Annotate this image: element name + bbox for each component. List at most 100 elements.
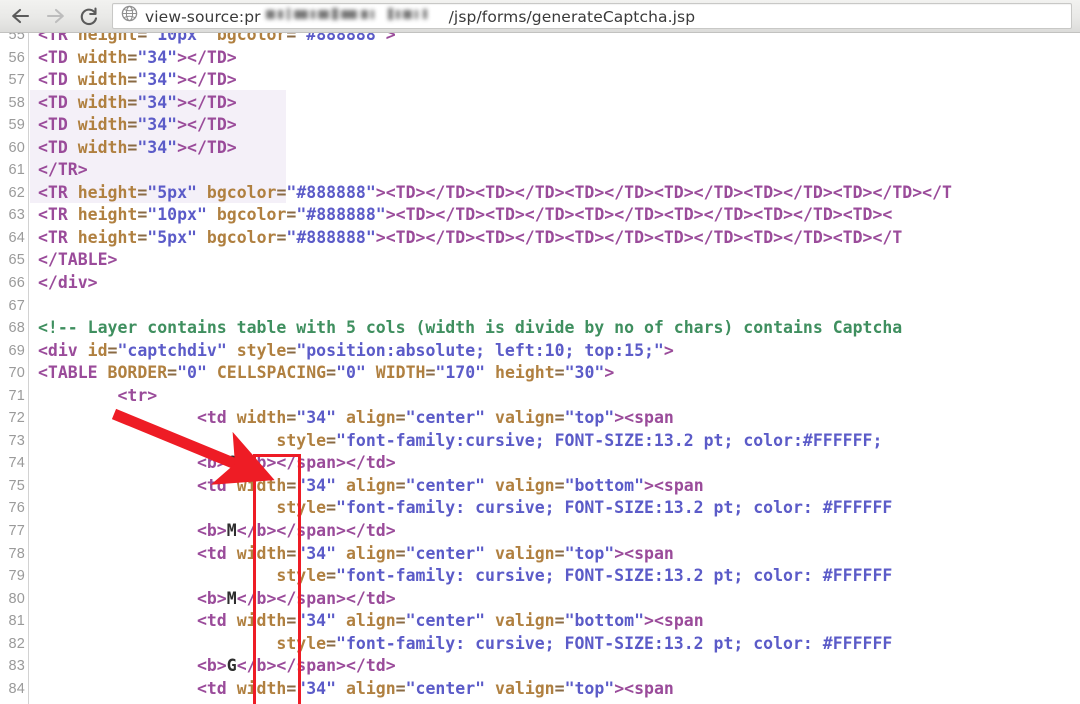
- code-token: <TD: [38, 92, 78, 112]
- code-token: "#888888": [286, 227, 376, 247]
- code-token: =: [286, 543, 297, 563]
- code-token: "30": [564, 363, 605, 383]
- url-redacted-host: [262, 7, 448, 22]
- code-token: align: [336, 475, 396, 495]
- code-token: </div>: [38, 273, 98, 293]
- code-line: 55 <TR height="10px" bgcolor="#888888">: [0, 33, 1080, 47]
- code-token: =: [554, 363, 565, 383]
- code-token: <td: [38, 408, 237, 428]
- line-number: 56: [8, 49, 25, 66]
- code-token: =: [326, 363, 337, 383]
- code-token: height: [77, 227, 138, 247]
- code-token: </TR>: [38, 160, 88, 180]
- code-token: bgcolor: [206, 33, 287, 44]
- url-text: view-source: pr/jsp/forms/generateCaptcha…: [145, 7, 695, 26]
- code-token: "34": [137, 92, 178, 112]
- code-token: bgcolor: [196, 227, 277, 247]
- browser-toolbar: view-source: pr/jsp/forms/generateCaptcha…: [0, 0, 1080, 33]
- line-number: 80: [8, 590, 25, 607]
- address-bar[interactable]: view-source: pr/jsp/forms/generateCaptcha…: [112, 3, 1072, 29]
- code-token: "top": [564, 543, 615, 563]
- code-token: <td: [38, 678, 237, 698]
- code-line: 71 <tr>: [0, 385, 1080, 408]
- reload-button[interactable]: [72, 1, 106, 31]
- code-token: =: [395, 678, 406, 698]
- code-text: <TD width="34"></TD>: [38, 114, 237, 137]
- code-text: </TR>: [38, 159, 88, 182]
- code-text: <TD width="34"></TD>: [38, 47, 237, 70]
- line-number: 66: [8, 275, 25, 292]
- code-token: width: [236, 611, 287, 631]
- code-token: BORDER: [107, 363, 168, 383]
- code-token: =: [167, 363, 178, 383]
- code-line: 70 <TABLE BORDER="0" CELLSPACING="0" WIDT…: [0, 362, 1080, 385]
- code-token: =: [286, 611, 297, 631]
- code-token: =: [107, 340, 118, 360]
- code-token: =: [326, 498, 337, 518]
- code-token: height: [77, 205, 138, 225]
- code-token: width: [77, 70, 128, 90]
- code-token: "center": [405, 611, 486, 631]
- code-token: "font-family: cursive; FONT-SIZE:13.2 pt…: [336, 498, 893, 518]
- code-token: </b></span></td>: [236, 521, 396, 541]
- code-line: 58 <TD width="34"></TD>: [0, 92, 1080, 115]
- code-token: =: [554, 475, 565, 495]
- code-token: "font-family:cursive; FONT-SIZE:13.2 pt;…: [336, 430, 893, 450]
- code-token: <TR: [38, 205, 78, 225]
- code-token: <b>: [38, 521, 227, 541]
- code-text: <TR height="5px" bgcolor="#888888"><TD><…: [38, 227, 902, 250]
- line-number: 62: [8, 184, 25, 201]
- code-token: "top": [564, 678, 615, 698]
- code-token: =: [137, 33, 148, 44]
- code-token: "bottom": [564, 611, 645, 631]
- back-button[interactable]: [4, 1, 38, 31]
- code-token: =: [137, 182, 148, 202]
- code-line: 77 <b>M</b></span></td>: [0, 520, 1080, 543]
- code-line: 80 <b>M</b></span></td>: [0, 588, 1080, 611]
- code-token: width: [77, 47, 128, 67]
- code-token: width: [77, 92, 128, 112]
- code-text: </div>: [38, 272, 98, 295]
- forward-button[interactable]: [38, 1, 72, 31]
- line-number: 79: [8, 568, 25, 585]
- line-number: 75: [8, 477, 25, 494]
- line-number: 78: [8, 545, 25, 562]
- code-text: <div id="captchdiv" style="position:abso…: [38, 340, 674, 363]
- code-token: =: [286, 678, 297, 698]
- code-token: "34": [296, 678, 337, 698]
- arrow-left-icon: [10, 6, 32, 26]
- code-token: ></TD>: [177, 115, 237, 135]
- line-number: 70: [8, 365, 25, 382]
- code-token: </TABLE>: [38, 250, 118, 270]
- code-token: width: [77, 137, 128, 157]
- line-number: 82: [8, 635, 25, 652]
- code-token: =: [276, 182, 287, 202]
- code-token: =: [326, 633, 337, 653]
- code-line: 78 <td width="34" align="center" valign=…: [0, 543, 1080, 566]
- code-token: width: [236, 475, 287, 495]
- code-token: </b></span></td>: [236, 453, 396, 473]
- url-host-prefix: pr: [244, 7, 261, 26]
- code-token: =: [286, 475, 297, 495]
- code-token: =: [127, 115, 138, 135]
- code-text: <TR height="10px" bgcolor="#888888">: [38, 33, 396, 47]
- code-line: 59 <TD width="34"></TD>: [0, 114, 1080, 137]
- code-token: <TD: [38, 70, 78, 90]
- view-source-content[interactable]: 55 <TR height="10px" bgcolor="#888888"> 56…: [0, 33, 1080, 704]
- code-line: 83 <b>G</b></span></td>: [0, 655, 1080, 678]
- code-token: =: [127, 70, 138, 90]
- code-token: =: [554, 611, 565, 631]
- code-token: =: [286, 205, 297, 225]
- code-token: <TD: [38, 137, 78, 157]
- line-number: 69: [8, 342, 25, 359]
- code-token: align: [336, 611, 396, 631]
- code-token: =: [326, 430, 337, 450]
- code-token: <b>: [38, 656, 227, 676]
- code-token: ><TD></TD><TD></TD><TD></TD><TD></TD><TD…: [385, 205, 893, 225]
- code-line: 74 <b>G</b></span></td>: [0, 452, 1080, 475]
- code-text: <td width="34" align="center" valign="to…: [38, 407, 674, 430]
- code-token: >: [385, 33, 396, 44]
- code-line: 81 <td width="34" align="center" valign=…: [0, 610, 1080, 633]
- code-token: ><span: [644, 475, 704, 495]
- code-token: "#888888": [296, 205, 386, 225]
